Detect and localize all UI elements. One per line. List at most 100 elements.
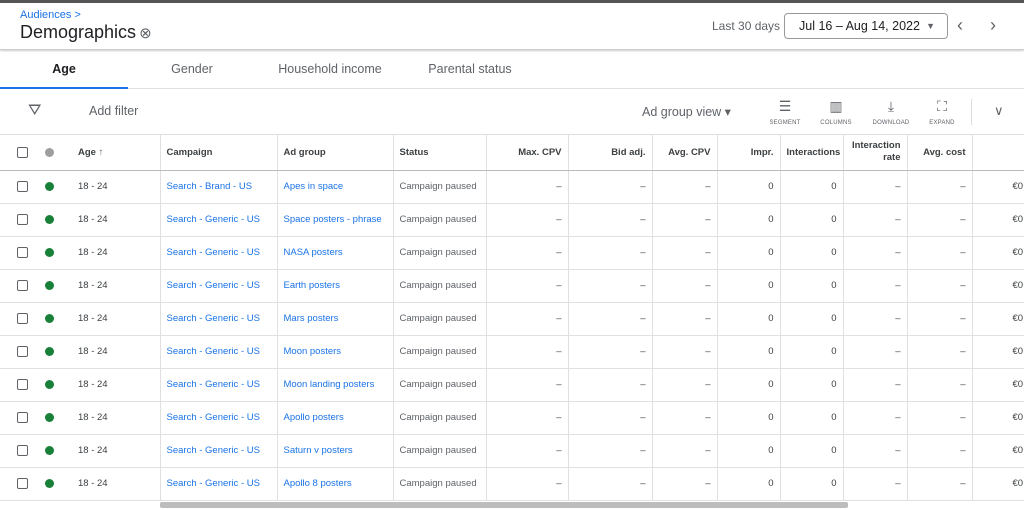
download-button[interactable]: ⤓ DOWNLOAD xyxy=(866,97,916,126)
ad-group-link[interactable]: Moon landing posters xyxy=(284,379,375,390)
campaign-link[interactable]: Search - Generic - US xyxy=(167,445,260,456)
max-cpv-cell: – xyxy=(486,467,569,501)
chevron-right-icon[interactable]: › xyxy=(990,15,996,36)
status-dot-icon xyxy=(45,412,54,422)
chevron-left-icon[interactable]: ‹ xyxy=(957,15,963,36)
close-circle-icon[interactable]: ⊗ xyxy=(139,25,152,42)
campaign-cell: Search - Generic - US xyxy=(160,434,278,468)
row-checkbox[interactable] xyxy=(17,378,28,390)
ad-group-header[interactable]: Ad group xyxy=(277,135,394,171)
ad-group-link[interactable]: Apes in space xyxy=(284,181,344,192)
impr-cell: 0 xyxy=(717,368,781,402)
chevron-down-icon[interactable]: ∨ xyxy=(994,103,1004,119)
row-checkbox[interactable] xyxy=(17,279,28,291)
avg-cpv-cell: – xyxy=(652,467,718,501)
avg-cpv-cell: – xyxy=(652,401,718,435)
max-cpv-cell: – xyxy=(486,335,569,369)
interaction-rate-cell: – xyxy=(843,335,908,369)
campaign-link[interactable]: Search - Brand - US xyxy=(167,181,253,192)
row-checkbox[interactable] xyxy=(17,312,28,324)
ad-group-cell: Apollo posters xyxy=(277,401,394,435)
sort-arrow-up-icon[interactable]: ↑ xyxy=(99,147,104,158)
expand-icon: ⛶ xyxy=(937,98,947,114)
tab-age[interactable]: Age xyxy=(0,51,128,89)
row-checkbox[interactable] xyxy=(17,477,28,489)
expand-button[interactable]: ⛶ EXPAND xyxy=(917,97,967,126)
ad-group-link[interactable]: Moon posters xyxy=(284,346,342,357)
row-checkbox[interactable] xyxy=(17,180,28,192)
impr-cell: 0 xyxy=(717,434,781,468)
status-dot-icon xyxy=(45,147,54,157)
status-cell: Campaign paused xyxy=(393,269,487,303)
avg-cpv-cell: – xyxy=(652,170,718,204)
row-checkbox[interactable] xyxy=(17,246,28,258)
campaign-link[interactable]: Search - Generic - US xyxy=(167,247,260,258)
avg-cpv-header[interactable]: Avg. CPV xyxy=(652,135,718,171)
status-header[interactable]: Status xyxy=(393,135,487,171)
columns-icon: ▥ xyxy=(829,98,843,114)
table-toolbar: ⛛ Add filter Ad group view ▾ ☰ SEGMENT ▥ C… xyxy=(0,89,1024,135)
age-header-label: Age ↑ xyxy=(78,147,103,158)
avg-cpv-cell: – xyxy=(652,203,718,237)
ad-group-view-dropdown[interactable]: Ad group view ▾ xyxy=(642,104,731,119)
horizontal-scrollbar[interactable] xyxy=(160,502,848,508)
cost-header[interactable]: Co xyxy=(972,135,1024,171)
campaign-link[interactable]: Search - Generic - US xyxy=(167,346,260,357)
bid-adj-cell: – xyxy=(568,203,653,237)
campaign-link[interactable]: Search - Generic - US xyxy=(167,478,260,489)
ad-group-link[interactable]: Earth posters xyxy=(284,280,341,291)
toolbar-divider xyxy=(971,99,972,125)
ad-group-link[interactable]: Apollo posters xyxy=(284,412,344,423)
breadcrumb-audiences[interactable]: Audiences > xyxy=(20,9,81,21)
filter-icon[interactable]: ⛛ xyxy=(28,102,41,120)
tab-gender[interactable]: Gender xyxy=(128,51,256,89)
status-cell: Campaign paused xyxy=(393,368,487,402)
bid-adj-header[interactable]: Bid adj. xyxy=(568,135,653,171)
row-checkbox[interactable] xyxy=(17,213,28,225)
cost-cell: €0. xyxy=(972,368,1024,402)
ad-group-link[interactable]: Mars posters xyxy=(284,313,339,324)
avg-cost-cell: – xyxy=(907,467,973,501)
date-range-label: Last 30 days xyxy=(712,19,781,33)
ad-group-link[interactable]: Space posters - phrase xyxy=(284,214,382,225)
interactions-cell: 0 xyxy=(780,269,844,303)
interaction-rate-cell: – xyxy=(843,434,908,468)
status-cell: Campaign paused xyxy=(393,434,487,468)
campaign-cell: Search - Brand - US xyxy=(160,170,278,204)
campaign-link[interactable]: Search - Generic - US xyxy=(167,379,260,390)
impr-cell: 0 xyxy=(717,269,781,303)
date-range-picker[interactable]: Jul 16 – Aug 14, 2022 ▼ xyxy=(784,13,948,39)
ad-group-link[interactable]: Apollo 8 posters xyxy=(284,478,352,489)
segment-button[interactable]: ☰ SEGMENT xyxy=(760,97,810,126)
row-checkbox[interactable] xyxy=(17,345,28,357)
max-cpv-header[interactable]: Max. CPV xyxy=(486,135,569,171)
columns-button[interactable]: ▥ COLUMNS xyxy=(811,97,861,126)
avg-cost-cell: – xyxy=(907,170,973,204)
ad-group-cell: Earth posters xyxy=(277,269,394,303)
row-checkbox[interactable] xyxy=(17,444,28,456)
interactions-cell: 0 xyxy=(780,236,844,270)
campaign-link[interactable]: Search - Generic - US xyxy=(167,313,260,324)
campaign-link[interactable]: Search - Generic - US xyxy=(167,214,260,225)
campaign-link[interactable]: Search - Generic - US xyxy=(167,280,260,291)
select-all-checkbox[interactable] xyxy=(17,146,28,158)
tab-household-income[interactable]: Household income xyxy=(268,51,392,89)
age-cell: 18 - 24 xyxy=(0,269,161,303)
campaign-link[interactable]: Search - Generic - US xyxy=(167,412,260,423)
add-filter-button[interactable]: Add filter xyxy=(89,104,138,118)
campaign-header[interactable]: Campaign xyxy=(160,135,278,171)
ad-group-link[interactable]: Saturn v posters xyxy=(284,445,353,456)
ad-group-link[interactable]: NASA posters xyxy=(284,247,343,258)
interaction-rate-header[interactable]: Interaction rate xyxy=(843,135,908,171)
row-checkbox[interactable] xyxy=(17,411,28,423)
age-header[interactable]: Age ↑ xyxy=(0,135,161,171)
tab-parental-status[interactable]: Parental status xyxy=(420,51,520,89)
interactions-header[interactable]: Interactions xyxy=(780,135,844,171)
cost-cell: €0. xyxy=(972,203,1024,237)
avg-cpv-cell: – xyxy=(652,236,718,270)
cost-cell: €0. xyxy=(972,401,1024,435)
impr-header[interactable]: Impr. xyxy=(717,135,781,171)
avg-cost-header[interactable]: Avg. cost xyxy=(907,135,973,171)
status-dot-icon xyxy=(45,181,54,191)
status-cell: Campaign paused xyxy=(393,203,487,237)
